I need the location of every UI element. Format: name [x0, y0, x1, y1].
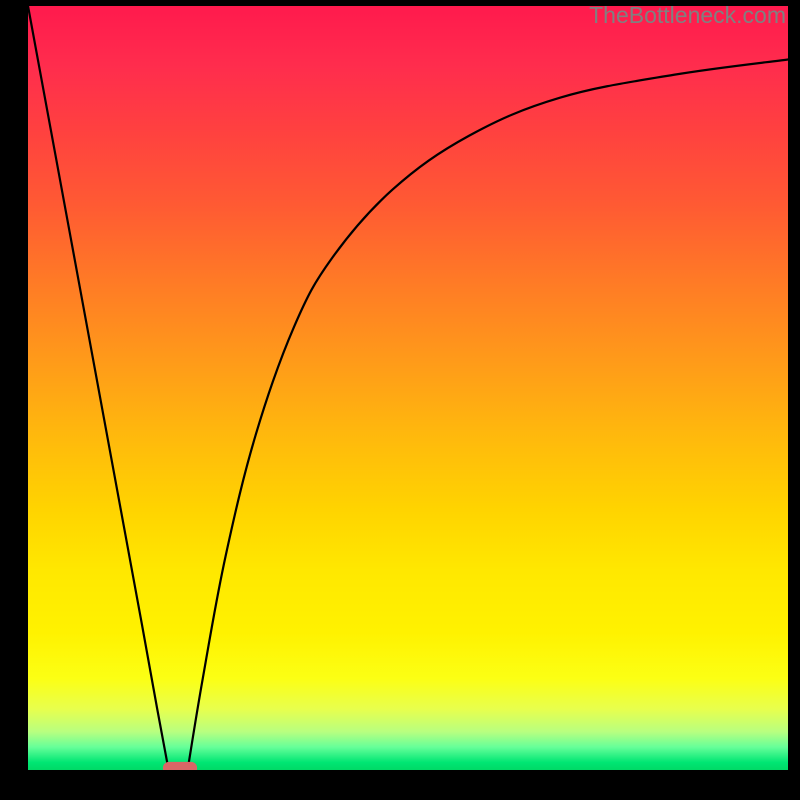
minimum-marker [163, 762, 197, 770]
curve-right-branch [188, 59, 788, 770]
chart-svg [28, 6, 788, 770]
plot-area [28, 6, 788, 770]
watermark-text: TheBottleneck.com [589, 2, 786, 29]
curve-left-branch [28, 6, 169, 770]
